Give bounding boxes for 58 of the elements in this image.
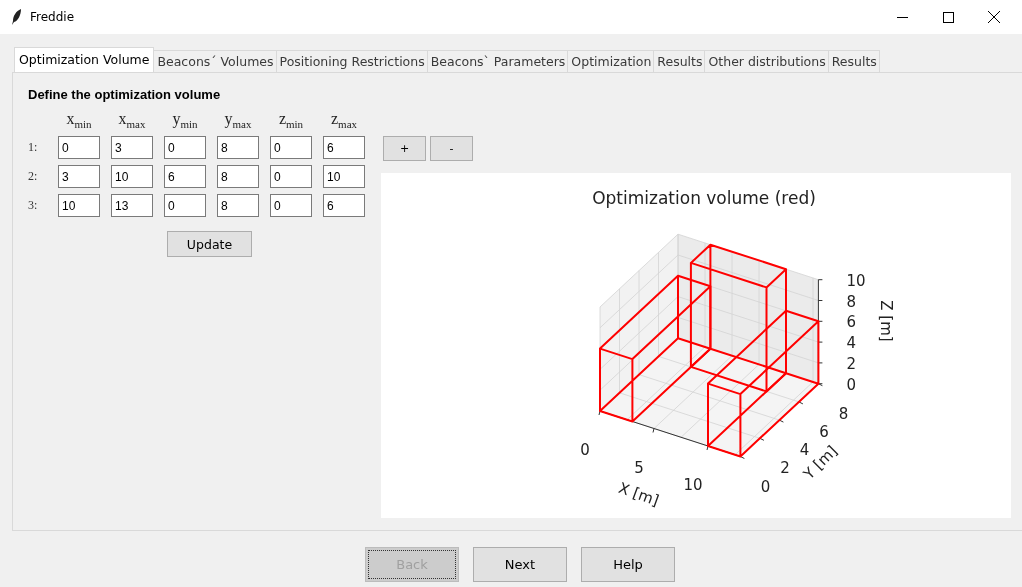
- tick-label: 2: [846, 354, 856, 373]
- close-icon: [988, 11, 1000, 23]
- axis-label: X [m]: [616, 478, 662, 510]
- update-button[interactable]: Update: [167, 231, 252, 258]
- tab[interactable]: Optimization: [567, 50, 655, 72]
- feather-icon: [12, 9, 22, 25]
- tab[interactable]: Optimization Volume: [14, 47, 155, 72]
- coordinate-field[interactable]: 0: [270, 165, 312, 189]
- axis-label: Z [m]: [877, 300, 895, 342]
- footer-button[interactable]: Next: [473, 547, 567, 582]
- coordinate-field[interactable]: 10: [111, 165, 153, 189]
- coordinate-field[interactable]: 0: [270, 194, 312, 218]
- tab[interactable]: Positioning Restrictions: [275, 50, 428, 72]
- row-label: 2:: [28, 169, 39, 185]
- chart-title: Optimization volume (red): [592, 188, 816, 208]
- coordinate-field[interactable]: 0: [164, 136, 206, 160]
- tick-label: 8: [846, 292, 856, 311]
- tick-label: 4: [846, 334, 856, 353]
- tick-label: 5: [634, 458, 644, 477]
- column-header: z$_{min}$: [277, 110, 305, 131]
- section-title: Define the optimization volume: [28, 87, 222, 102]
- tick-label: 2: [780, 459, 790, 478]
- tick-label: 0: [846, 375, 856, 394]
- footer-button[interactable]: Help: [581, 547, 675, 582]
- tab[interactable]: Results: [827, 50, 880, 72]
- tick-label: 6: [846, 313, 856, 332]
- coordinate-field[interactable]: 0: [270, 136, 312, 160]
- tick-label: 6: [819, 422, 829, 441]
- coordinate-field[interactable]: 8: [217, 136, 259, 160]
- coordinate-field[interactable]: 6: [164, 165, 206, 189]
- tick-label: 0: [760, 477, 771, 496]
- tick-label: 4: [799, 441, 810, 460]
- column-header: y$_{max}$: [223, 110, 253, 131]
- coordinate-field[interactable]: 8: [217, 194, 259, 218]
- coordinate-field[interactable]: 10: [323, 165, 365, 189]
- coordinate-field[interactable]: 3: [111, 136, 153, 160]
- window-title: Freddie: [30, 10, 76, 24]
- coordinate-field[interactable]: 6: [323, 194, 365, 218]
- coordinate-field[interactable]: 13: [111, 194, 153, 218]
- tick-label: 10: [846, 271, 866, 290]
- remove-row-button[interactable]: -: [430, 136, 473, 161]
- row-label: 1:: [28, 140, 39, 156]
- coordinate-field[interactable]: 0: [58, 136, 100, 160]
- column-header: x$_{min}$: [65, 110, 93, 131]
- coordinate-field[interactable]: 10: [58, 194, 100, 218]
- coordinate-field[interactable]: 6: [323, 136, 365, 160]
- tick-label: 10: [683, 476, 703, 494]
- coordinate-field[interactable]: 0: [164, 194, 206, 218]
- column-header: z$_{max}$: [329, 110, 359, 131]
- coordinate-field[interactable]: 3: [58, 165, 100, 189]
- column-header: y$_{min}$: [171, 110, 199, 131]
- coordinate-field[interactable]: 8: [217, 165, 259, 189]
- maximize-icon: [942, 11, 954, 23]
- row-label: 3:: [28, 198, 39, 214]
- tick-label: 8: [838, 404, 849, 423]
- tick-label: 0: [580, 441, 590, 459]
- column-header: x$_{max}$: [117, 110, 147, 131]
- add-row-button[interactable]: +: [383, 136, 426, 161]
